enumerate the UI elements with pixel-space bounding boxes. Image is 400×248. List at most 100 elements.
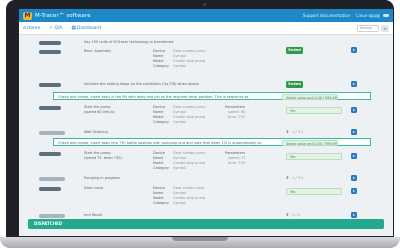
field-value: Symbol xyxy=(173,110,187,114)
field-label: Device xyxy=(153,49,165,53)
field-value: Gear combo pump xyxy=(173,49,206,53)
account-toggle-icon[interactable] xyxy=(383,14,389,17)
active-step-row[interactable]: Check and clamp, insert tools in the Pil… xyxy=(53,92,371,100)
field-label: Name xyxy=(153,191,164,195)
field-value: Gear combo pump xyxy=(173,151,206,155)
field-value: Combo stop pump xyxy=(173,161,206,165)
field-label: Category xyxy=(153,166,169,170)
status-badge: Ended xyxy=(286,47,303,54)
step-action-button[interactable]: ▸ xyxy=(351,81,357,87)
laptop-frame: M M-Tracer™ software Support documentati… xyxy=(6,0,394,242)
field-value: Symbol xyxy=(173,156,187,160)
field-value: Combo stop pump xyxy=(173,59,206,63)
view-toggle-button[interactable]: ≡ xyxy=(381,24,389,32)
qa-icon: ✓ xyxy=(49,25,54,31)
active-step-row[interactable]: Check and clamp, insert tools into 730 b… xyxy=(53,138,371,146)
laptop-notch xyxy=(172,237,228,241)
nav-home[interactable]: Home xyxy=(27,26,40,31)
field-value: Symbol xyxy=(173,166,187,170)
step-id-badge xyxy=(39,106,61,110)
field-value: Symbol xyxy=(173,54,187,58)
field-label: Name xyxy=(153,54,164,58)
field-label: Name xyxy=(153,110,164,114)
nav-qa[interactable]: Q/A xyxy=(54,26,62,31)
field-label: Device xyxy=(153,105,165,109)
step-id-badge xyxy=(39,152,61,156)
step-count: 1 / 3 xyxy=(292,213,300,217)
timer-icon: ⧗ xyxy=(286,129,289,134)
field-value: Combo stop pump xyxy=(173,196,206,200)
field-value: Symbol xyxy=(173,120,187,124)
field-label: Model xyxy=(153,59,164,63)
step-description: Initialize the setting stage on the cond… xyxy=(84,82,199,86)
user-menu[interactable]: Linux-app@ xyxy=(356,13,380,18)
field-label: Model xyxy=(153,115,164,119)
field-value: Gear combo pump xyxy=(173,105,206,109)
step-action-button[interactable]: ▸ xyxy=(351,153,357,159)
step-action-button[interactable]: ▸ xyxy=(351,47,357,53)
field-label: Model xyxy=(153,196,164,200)
step-action-button[interactable]: ▸ xyxy=(351,107,357,113)
step-action-button[interactable]: ▸ xyxy=(351,175,357,181)
field-label: Device xyxy=(153,151,165,155)
camera xyxy=(203,3,206,6)
step-action-button[interactable]: ▸ xyxy=(351,188,357,194)
field-label: Model xyxy=(153,161,164,165)
step-description: Start the pump (speed 60.0mL/s) xyxy=(84,105,115,114)
step-description: Rear: Assembly xyxy=(84,49,112,53)
parameter-item: time: 730 xyxy=(228,161,245,165)
field-value: Gear combo hand xyxy=(173,186,205,190)
timer-icon: ⧗ xyxy=(286,212,289,217)
brand-logo-icon: M xyxy=(23,11,32,20)
step-description: Start the pump (speed 75. drain 730) xyxy=(84,151,122,160)
result-field[interactable]: Yes xyxy=(286,188,342,195)
support-link[interactable]: Support documentation xyxy=(303,13,350,18)
dashboard-icon: ▦ xyxy=(71,25,77,31)
parameter-item: time: 730 xyxy=(228,115,245,119)
step-description: Say 150 units of M-Tracer technology is … xyxy=(84,40,174,44)
field-label: Category xyxy=(153,120,169,124)
step-id-badge xyxy=(39,50,61,54)
nav-dashboard[interactable]: Dashboard xyxy=(77,26,101,31)
step-description: end Result xyxy=(84,213,103,217)
step-id-badge xyxy=(39,83,61,87)
step-id-badge xyxy=(39,131,65,135)
step-description: Pumping in progress xyxy=(84,176,120,180)
result-field[interactable]: Single value and 0.00 / 999.9999 x10^5 xyxy=(282,139,338,146)
step-description: Drain hand xyxy=(84,186,104,190)
step-description: Check and clamp, insert tools in the Pil… xyxy=(58,94,250,99)
search-input[interactable]: Search xyxy=(357,24,379,32)
step-id-badge xyxy=(39,177,65,181)
timer-icon: ⧗ xyxy=(286,175,289,180)
step-action-button[interactable]: ▸ xyxy=(351,129,357,135)
step-action-button[interactable]: ▸ xyxy=(351,212,357,218)
app-title: M-Tracer™ software xyxy=(35,12,91,19)
step-id-badge xyxy=(39,214,65,218)
step-description: Wait Draining xyxy=(84,130,108,134)
parameter-item: speed: 75 xyxy=(228,156,246,160)
field-value: Symbol xyxy=(173,201,187,205)
parameter-item: speed: 60 xyxy=(228,110,246,114)
procedure-list: Say 150 units of M-Tracer technology is … xyxy=(28,38,384,228)
parameters-title: Parameters xyxy=(225,105,246,109)
field-label: Name xyxy=(153,156,164,160)
step-id-badge xyxy=(39,187,61,191)
field-label: Device xyxy=(153,186,165,190)
nav-menu: ⌂ Home ✓ Q/A ▦ Dashboard Search ≡ xyxy=(19,22,393,35)
parameters-title: Parameters xyxy=(225,151,246,155)
step-description: Check and clamp, insert tools into 730 b… xyxy=(58,140,262,145)
home-icon: ⌂ xyxy=(23,25,27,31)
result-field[interactable]: Yes xyxy=(286,153,342,160)
step-count: 1 / 3 s xyxy=(292,130,303,134)
field-value: Symbol xyxy=(173,191,187,195)
app-screen: M M-Tracer™ software Support documentati… xyxy=(19,9,393,236)
app-header: M M-Tracer™ software Support documentati… xyxy=(19,9,393,22)
dispatch-bar[interactable]: DISPATCHED xyxy=(28,219,384,229)
field-value: Symbol xyxy=(173,64,187,68)
result-field[interactable]: Single value and 0.00 / 999.9999 x10^5 xyxy=(282,93,338,100)
step-count: 1 / 3 s xyxy=(292,176,303,180)
status-badge: Ended xyxy=(286,81,303,88)
step-id-badge xyxy=(39,41,61,45)
field-value: Combo stop pump xyxy=(173,115,206,119)
result-field[interactable]: Yes xyxy=(286,107,342,114)
